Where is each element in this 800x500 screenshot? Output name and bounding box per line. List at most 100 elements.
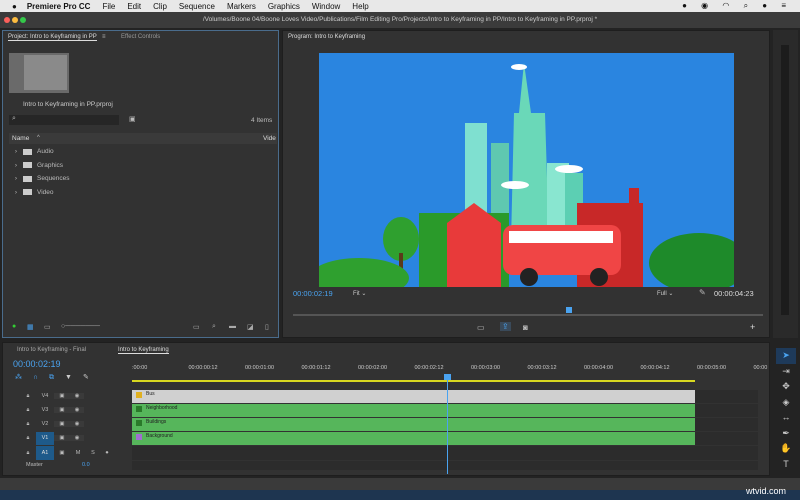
search-icon: ⌕ (12, 115, 16, 122)
sync-lock-icon[interactable]: ▣ (54, 407, 70, 413)
menu-bar: ● Premiere Pro CC File Edit Clip Sequenc… (0, 0, 800, 12)
resolution-select[interactable]: Full ⌄ (657, 290, 673, 297)
ruler-label: 00:00:05:00 (697, 365, 727, 371)
clip[interactable]: Buildings (132, 418, 695, 431)
tab-sequence-final[interactable]: Intro to Keyframing - Final (17, 347, 86, 353)
lock-icon[interactable]: 🔒︎ (20, 435, 36, 442)
lock-icon[interactable]: 🔒︎ (20, 393, 36, 400)
sync-lock-icon[interactable]: ▣ (54, 393, 70, 399)
column-video[interactable]: Vide (263, 135, 276, 142)
eye-icon[interactable]: ◉ (70, 407, 84, 413)
tab-project[interactable]: Project: Intro to Keyframing in PP (8, 34, 97, 41)
linked-selection-icon[interactable]: ⧉ (49, 374, 65, 381)
menu-markers[interactable]: Markers (227, 2, 256, 11)
track-name[interactable]: V2 (36, 418, 54, 431)
trash-icon[interactable]: ▯ (265, 323, 269, 331)
export-frame-icon[interactable]: ⇪ (500, 322, 511, 331)
new-item-icon[interactable]: ◪ (247, 323, 254, 331)
selection-tool-icon[interactable]: ➤ (776, 348, 796, 364)
menu-graphics[interactable]: Graphics (268, 2, 300, 11)
eye-icon[interactable]: ◉ (70, 435, 84, 441)
apple-icon[interactable]: ● (12, 2, 17, 11)
camera-icon[interactable]: ◙ (523, 323, 528, 332)
clip[interactable]: Background (132, 432, 695, 445)
track-target-a1[interactable]: A1 (36, 446, 54, 460)
tab-program[interactable]: Program: Intro to Keyframing (288, 34, 365, 40)
list-item[interactable]: › Audio (9, 145, 277, 159)
safe-margins-icon[interactable]: ▭ (477, 323, 485, 332)
close-button[interactable] (4, 17, 10, 23)
ripple-edit-tool-icon[interactable]: ✥ (776, 379, 796, 395)
slip-tool-icon[interactable]: ↔ (776, 410, 796, 426)
tab-sequence[interactable]: Intro to Keyframing (118, 347, 169, 354)
track-name[interactable]: V1 (36, 431, 54, 445)
timeline-playhead[interactable] (444, 374, 452, 474)
track-select-tool-icon[interactable]: ⇥ (776, 364, 796, 380)
tab-effect-controls[interactable]: Effect Controls (121, 34, 160, 40)
zoom-select[interactable]: Fit ⌄ (353, 290, 366, 297)
menu-file[interactable]: File (102, 2, 115, 11)
settings-wrench-icon[interactable]: ✎ (699, 288, 706, 297)
track-name[interactable]: V4 (36, 390, 54, 403)
sync-lock-icon[interactable]: ▣ (54, 421, 70, 427)
icon-view-icon[interactable]: ▭ (44, 323, 51, 331)
sync-lock-icon[interactable]: ▣ (54, 450, 70, 456)
fx-badge-icon (136, 434, 142, 440)
clip[interactable]: Neighborhood (132, 404, 695, 417)
master-volume[interactable]: 0.0 (82, 462, 90, 468)
nest-icon[interactable]: ⁂ (15, 374, 33, 381)
window-title: /Volumes/Boone 04/Boone Loves Video/Publ… (202, 16, 598, 23)
list-view-icon[interactable]: ▦ (27, 323, 34, 331)
zoom-slider[interactable]: ○─────── (61, 323, 100, 330)
lock-icon[interactable]: 🔒︎ (20, 407, 36, 414)
bin-list: › Audio › Graphics › Sequences › Video (9, 145, 277, 199)
lock-icon[interactable]: ● (12, 323, 16, 330)
eye-icon[interactable]: ◉ (70, 421, 84, 427)
add-button[interactable]: + (750, 322, 755, 332)
new-bin-icon[interactable]: ▣ (129, 115, 136, 123)
project-panel: Project: Intro to Keyframing in PP ≡ Eff… (2, 30, 279, 338)
list-item[interactable]: › Video (9, 186, 277, 200)
item-count: 4 Items (251, 117, 273, 124)
menu-window[interactable]: Window (312, 2, 340, 11)
add-marker-icon[interactable]: ▼ (65, 374, 83, 381)
track-name[interactable]: V3 (36, 404, 54, 417)
menu-edit[interactable]: Edit (127, 2, 141, 11)
app-menu[interactable]: Premiere Pro CC (27, 2, 91, 11)
project-footer: ● ▦ ▭ ○─────── ▭ ⌕ ▬ ◪ ▯ (9, 323, 275, 333)
menu-help[interactable]: Help (352, 2, 368, 11)
menu-sequence[interactable]: Sequence (179, 2, 215, 11)
solo-button[interactable]: S (86, 450, 100, 456)
sync-lock-icon[interactable]: ▣ (54, 435, 70, 441)
lock-icon[interactable]: 🔒︎ (20, 421, 36, 428)
settings-wrench-icon[interactable]: ✎ (83, 374, 100, 381)
program-monitor: Program: Intro to Keyframing 00:00:02:19… (282, 30, 770, 338)
minimize-button[interactable] (12, 17, 18, 23)
clip[interactable]: Bus (132, 390, 695, 403)
eye-icon[interactable]: ◉ (70, 393, 84, 399)
lock-icon[interactable]: 🔒︎ (20, 450, 36, 457)
fx-badge-icon (136, 392, 142, 398)
razor-tool-icon[interactable]: ◈ (776, 395, 796, 411)
snap-icon[interactable]: ∩ (33, 374, 49, 381)
find-icon[interactable]: ⌕ (212, 323, 216, 331)
hand-tool-icon[interactable]: ✋ (776, 441, 796, 457)
monitor-scrubber[interactable] (293, 314, 763, 316)
timeline-timecode[interactable]: 00:00:02:19 (13, 359, 61, 369)
menu-clip[interactable]: Clip (153, 2, 167, 11)
microphone-icon[interactable]: ⏺ (100, 450, 114, 457)
list-item[interactable]: › Graphics (9, 159, 277, 173)
list-item[interactable]: › Sequences (9, 172, 277, 186)
column-name[interactable]: Name (12, 135, 29, 142)
playhead-timecode[interactable]: 00:00:02:19 (293, 289, 333, 298)
work-area-bar[interactable] (132, 380, 695, 382)
panel-menu-icon[interactable]: ≡ (102, 34, 106, 40)
automate-icon[interactable]: ▭ (193, 323, 200, 331)
pen-tool-icon[interactable]: ✒ (776, 426, 796, 442)
type-tool-icon[interactable]: T (776, 457, 796, 473)
zoom-button[interactable] (20, 17, 26, 23)
mute-button[interactable]: M (70, 450, 86, 456)
new-bin-icon[interactable]: ▬ (229, 323, 236, 330)
monitor-playhead[interactable] (565, 307, 572, 313)
search-input[interactable]: ⌕ (9, 115, 119, 125)
